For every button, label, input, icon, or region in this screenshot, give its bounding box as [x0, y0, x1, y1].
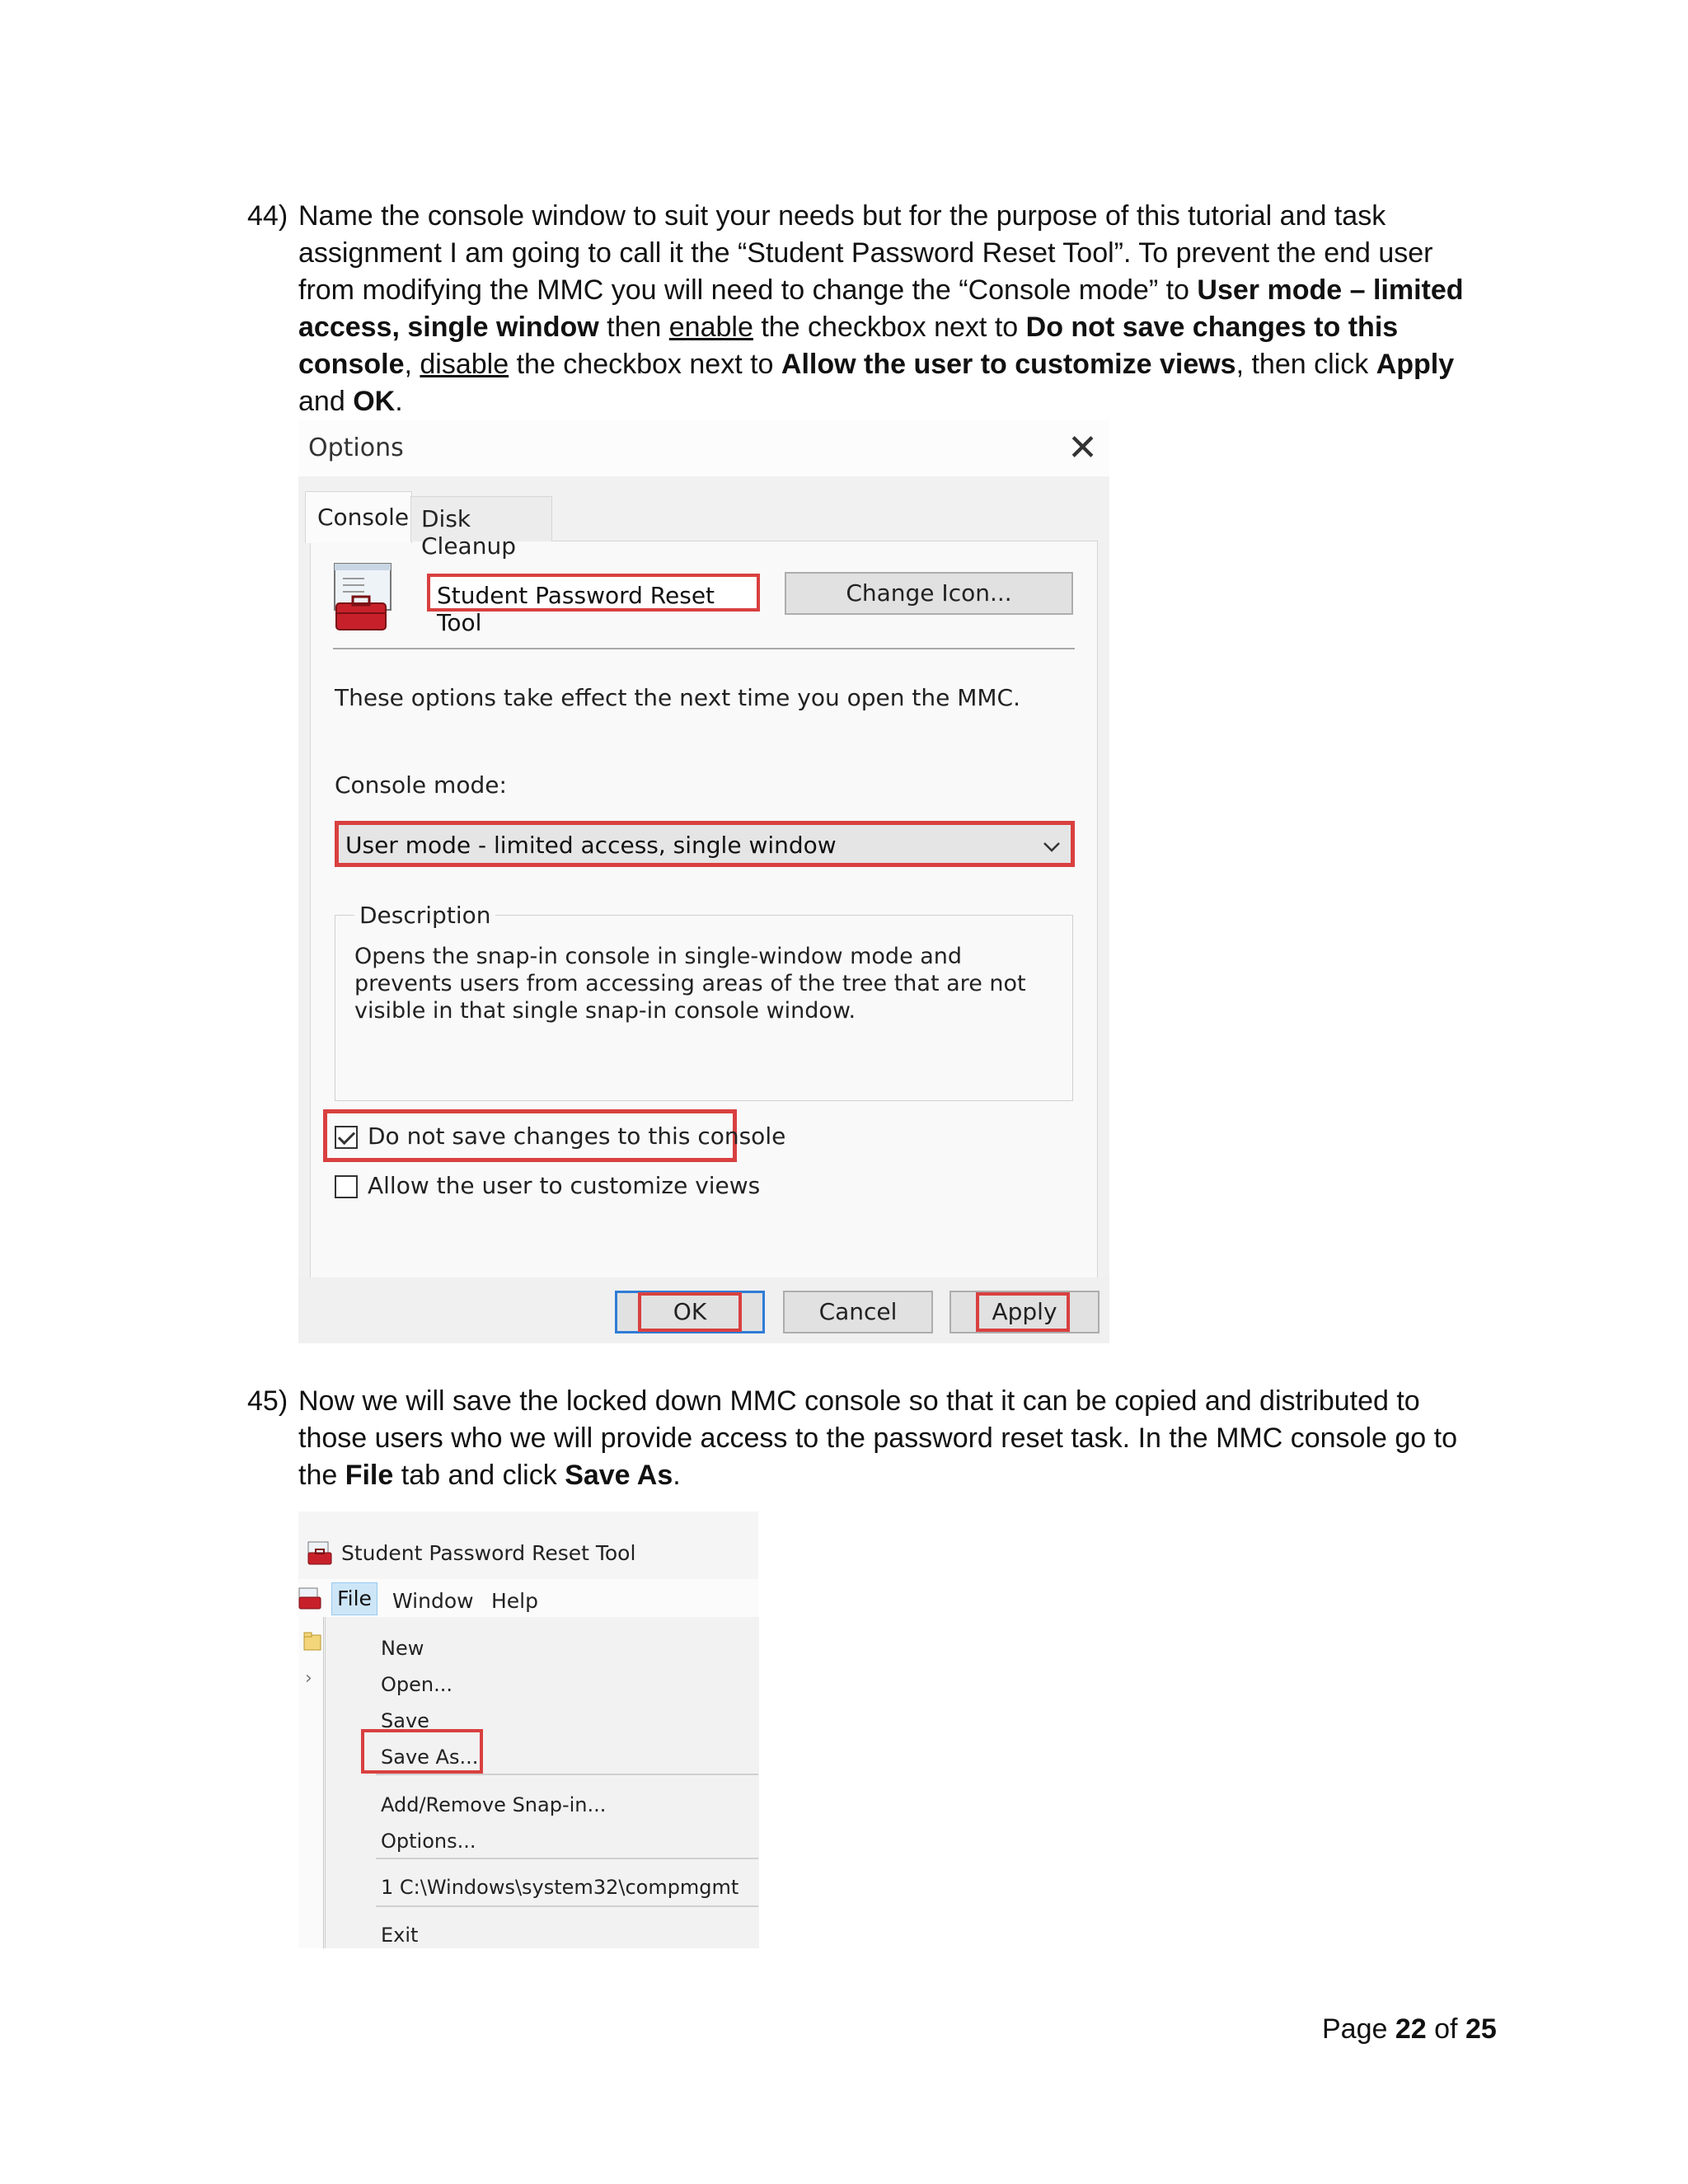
- menu-item-new[interactable]: New: [381, 1637, 424, 1660]
- chevron-down-icon: [1043, 830, 1061, 869]
- menu-separator: [376, 1905, 758, 1907]
- description-label: Description: [354, 902, 496, 929]
- page-number: Page 22 of 25: [1322, 2013, 1497, 2045]
- console-name-input[interactable]: Student Password Reset Tool: [427, 574, 760, 636]
- menu-item-add-remove-snapin[interactable]: Add/Remove Snap-in...: [381, 1793, 606, 1816]
- cancel-button[interactable]: Cancel: [783, 1291, 933, 1333]
- chevron-right-icon[interactable]: ›: [305, 1668, 312, 1689]
- step-44-paragraph: 44) Name the console window to suit your…: [247, 198, 1484, 420]
- tab-console[interactable]: Console: [305, 491, 412, 543]
- dialog-titlebar: Options ✕: [298, 420, 1109, 476]
- highlight-box: [638, 1292, 742, 1332]
- toolbox-console-icon: [334, 563, 392, 630]
- menu-file[interactable]: File: [331, 1582, 377, 1615]
- step-text: Name the console window to suit your nee…: [298, 200, 1464, 417]
- console-mode-value: User mode - limited access, single windo…: [345, 832, 837, 859]
- file-menu-screenshot: Student Password Reset Tool File Window …: [298, 1511, 759, 1948]
- close-icon[interactable]: ✕: [1067, 425, 1098, 471]
- console-mode-select[interactable]: User mode - limited access, single windo…: [335, 821, 1075, 867]
- menu-window[interactable]: Window: [392, 1589, 474, 1613]
- toolbox-icon: [307, 1541, 332, 1565]
- step-45-paragraph: 45) Now we will save the locked down MMC…: [247, 1383, 1484, 1494]
- menu-item-recent-file[interactable]: 1 C:\Windows\system32\compmgmt: [381, 1876, 738, 1899]
- menu-item-open[interactable]: Open...: [381, 1673, 452, 1696]
- highlight-box: [976, 1292, 1070, 1332]
- dialog-title: Options: [308, 434, 404, 462]
- description-text: Opens the snap-in console in single-wind…: [354, 944, 1026, 1024]
- tree-pane: [298, 1617, 324, 1948]
- info-text: These options take effect the next time …: [335, 684, 1021, 711]
- tab-console-label: Console: [317, 504, 410, 531]
- console-mode-label: Console mode:: [335, 771, 507, 799]
- divider: [333, 648, 1075, 649]
- menu-separator: [376, 1858, 758, 1859]
- no-save-checkbox-label: Do not save changes to this console: [368, 1122, 786, 1150]
- customize-checkbox-label: Allow the user to customize views: [368, 1172, 761, 1199]
- menu-item-exit[interactable]: Exit: [381, 1924, 418, 1947]
- step-number: 45): [247, 1385, 288, 1417]
- step-text: Now we will save the locked down MMC con…: [298, 1385, 1457, 1491]
- toolbox-icon: [298, 1587, 321, 1610]
- menu-separator: [376, 1774, 758, 1775]
- no-save-checkbox[interactable]: [335, 1126, 358, 1149]
- menu-item-options[interactable]: Options...: [381, 1830, 476, 1853]
- options-dialog: Options ✕ Console Disk Cleanup Student P…: [298, 420, 1109, 1343]
- customize-checkbox[interactable]: [335, 1175, 358, 1198]
- step-number: 44): [247, 200, 288, 232]
- tab-disk-cleanup-label: Disk Cleanup: [421, 505, 516, 560]
- highlight-box: [361, 1729, 483, 1774]
- tab-disk-cleanup[interactable]: Disk Cleanup: [410, 496, 552, 560]
- window-title: Student Password Reset Tool: [341, 1541, 636, 1565]
- folder-icon: [303, 1632, 321, 1651]
- change-icon-button[interactable]: Change Icon...: [785, 572, 1073, 615]
- menu-help[interactable]: Help: [491, 1589, 538, 1613]
- console-name-value: Student Password Reset Tool: [437, 582, 715, 636]
